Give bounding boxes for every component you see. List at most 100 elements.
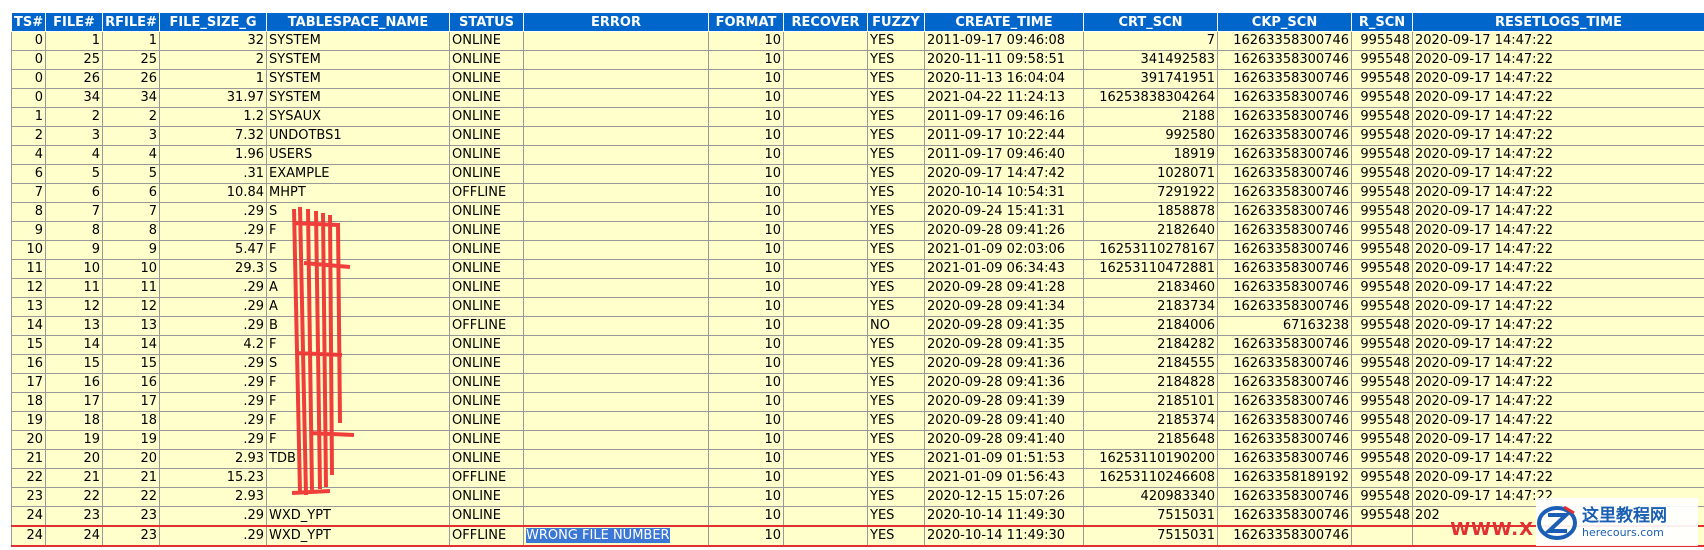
table-cell: 17 <box>45 392 103 412</box>
table-cell: 14 <box>102 335 160 355</box>
table-cell: 16 <box>45 373 103 393</box>
table-cell <box>783 50 868 70</box>
table-cell: 995548 <box>1351 202 1413 222</box>
table-cell: ONLINE <box>449 430 524 450</box>
table-cell: 995548 <box>1351 354 1413 374</box>
table-cell: 6 <box>45 183 103 203</box>
table-cell: 16263358300746 <box>1217 335 1352 355</box>
table-cell: 16263358300746 <box>1217 31 1352 51</box>
table-cell: ONLINE <box>449 373 524 393</box>
table-cell: 2021-01-09 01:56:43 <box>924 468 1084 488</box>
table-row: 0 1 1 32 SYSTEM ONLINE 10 YES 2011-09-17 09:46:0… <box>11 31 1704 51</box>
table-cell: 20 <box>11 430 46 450</box>
table-cell: 995548 <box>1351 145 1413 165</box>
table-cell <box>783 164 868 184</box>
table-cell <box>783 392 868 412</box>
table-cell <box>523 468 709 488</box>
table-cell: 2011-09-17 09:46:16 <box>924 107 1084 127</box>
table-row: 2 3 3 7.32 UNDOTBS1 ONLINE 10 YES 2011-09-17 10:… <box>11 126 1704 146</box>
table-cell: 32 <box>159 31 267 51</box>
table-cell: 5.47 <box>159 240 267 260</box>
table-cell: UNDOTBS1 <box>266 126 450 146</box>
table-cell: 7.32 <box>159 126 267 146</box>
table-cell: 8 <box>102 221 160 241</box>
table-cell: 24 <box>11 506 46 527</box>
table-cell: 995548 <box>1351 88 1413 108</box>
table-cell: 12 <box>45 297 103 317</box>
table-cell <box>523 88 709 108</box>
table-row: 10 9 9 5.47 F ONLINE 10 YES 2021-01-09 02:03:06 1… <box>11 240 1704 260</box>
table-cell <box>783 354 868 374</box>
table-cell: 2020-09-28 09:41:40 <box>924 430 1084 450</box>
table-cell: 2020-09-24 15:41:31 <box>924 202 1084 222</box>
table-cell: 2020-09-17 14:47:22 <box>1412 50 1704 70</box>
table-cell: A <box>266 297 450 317</box>
table-cell: 17 <box>102 392 160 412</box>
table-cell: 2020-09-17 14:47:22 <box>1412 278 1704 298</box>
table-cell: 10 <box>708 392 784 412</box>
table-cell: 10 <box>708 278 784 298</box>
table-cell: .29 <box>159 373 267 393</box>
table-cell: YES <box>867 107 925 127</box>
query-results-area: TS# FILE# RFILE# FILE_SIZE_G TABLESPACE_NAME… <box>11 12 1704 547</box>
table-row: 0 26 26 1 SYSTEM ONLINE 10 YES 2020-11-13 16:04:… <box>11 69 1704 89</box>
table-cell: 2020-09-17 14:47:22 <box>1412 164 1704 184</box>
table-cell: 8 <box>45 221 103 241</box>
table-cell: 2020-09-17 14:47:22 <box>1412 126 1704 146</box>
table-cell: 995548 <box>1351 126 1413 146</box>
table-cell: 2020-10-14 11:49:30 <box>924 525 1084 547</box>
table-cell: 2020-09-17 14:47:22 <box>1412 183 1704 203</box>
table-cell: 2.93 <box>159 449 267 469</box>
table-cell: 2020-10-14 10:54:31 <box>924 183 1084 203</box>
table-cell <box>523 164 709 184</box>
table-row: 16 15 15.29 S ONLINE 10 YES 2020-09-28 09:41:36… <box>11 354 1704 374</box>
table-cell: 2020-09-28 09:41:35 <box>924 316 1084 336</box>
table-cell: 16263358300746 <box>1217 240 1352 260</box>
table-cell: .31 <box>159 164 267 184</box>
table-cell: 0 <box>11 69 46 89</box>
error-text-selection: WRONG FILE NUMBER <box>526 528 670 543</box>
table-cell: 9 <box>102 240 160 260</box>
table-cell: 2020-09-17 14:47:22 <box>1412 449 1704 469</box>
table-cell: 16263358300746 <box>1217 259 1352 279</box>
table-cell <box>523 373 709 393</box>
table-cell: 29.3 <box>159 259 267 279</box>
table-cell: 3 <box>102 126 160 146</box>
table-cell: 10 <box>708 335 784 355</box>
table-cell: 16263358189192 <box>1217 468 1352 488</box>
table-cell: ONLINE <box>449 240 524 260</box>
table-cell: 10 <box>708 202 784 222</box>
table-cell: 20 <box>102 449 160 469</box>
table-cell: F <box>266 411 450 431</box>
table-cell: 2020-11-11 09:58:51 <box>924 50 1084 70</box>
table-cell: 25 <box>45 50 103 70</box>
table-cell: 18919 <box>1083 145 1218 165</box>
table-body: 0 1 1 32 SYSTEM ONLINE 10 YES 2011-09-17 09:46:0… <box>11 31 1704 547</box>
table-cell <box>523 430 709 450</box>
table-row: 21 20 20 2.93 TDB ONLINE 10 YES 2021-01-09 01:51… <box>11 449 1704 469</box>
table-cell: 22 <box>102 487 160 507</box>
table-cell <box>783 69 868 89</box>
table-cell: 10 <box>708 468 784 488</box>
table-cell: 2011-09-17 09:46:08 <box>924 31 1084 51</box>
table-cell: 0 <box>11 31 46 51</box>
table-cell: 10 <box>708 449 784 469</box>
table-cell: ONLINE <box>449 69 524 89</box>
table-cell: 16263358300746 <box>1217 50 1352 70</box>
watermark-red-text: WWW.X <box>1450 519 1534 540</box>
table-cell: 19 <box>102 430 160 450</box>
table-cell: ONLINE <box>449 145 524 165</box>
column-header: STATUS <box>449 12 524 32</box>
table-row: 14 13 13.29 B OFFLINE 10 NO 2020-09-28 09:41:35… <box>11 316 1704 336</box>
table-cell: 16 <box>11 354 46 374</box>
table-cell: 10.84 <box>159 183 267 203</box>
table-cell: F <box>266 373 450 393</box>
table-cell: YES <box>867 411 925 431</box>
table-cell <box>523 240 709 260</box>
table-row: 20 19 19.29 F ONLINE 10 YES 2020-09-28 09:41:40… <box>11 430 1704 450</box>
table-cell: 3 <box>45 126 103 146</box>
table-cell: 16263358300746 <box>1217 183 1352 203</box>
table-cell: ONLINE <box>449 411 524 431</box>
table-cell: OFFLINE <box>449 525 524 547</box>
table-cell: 10 <box>708 297 784 317</box>
